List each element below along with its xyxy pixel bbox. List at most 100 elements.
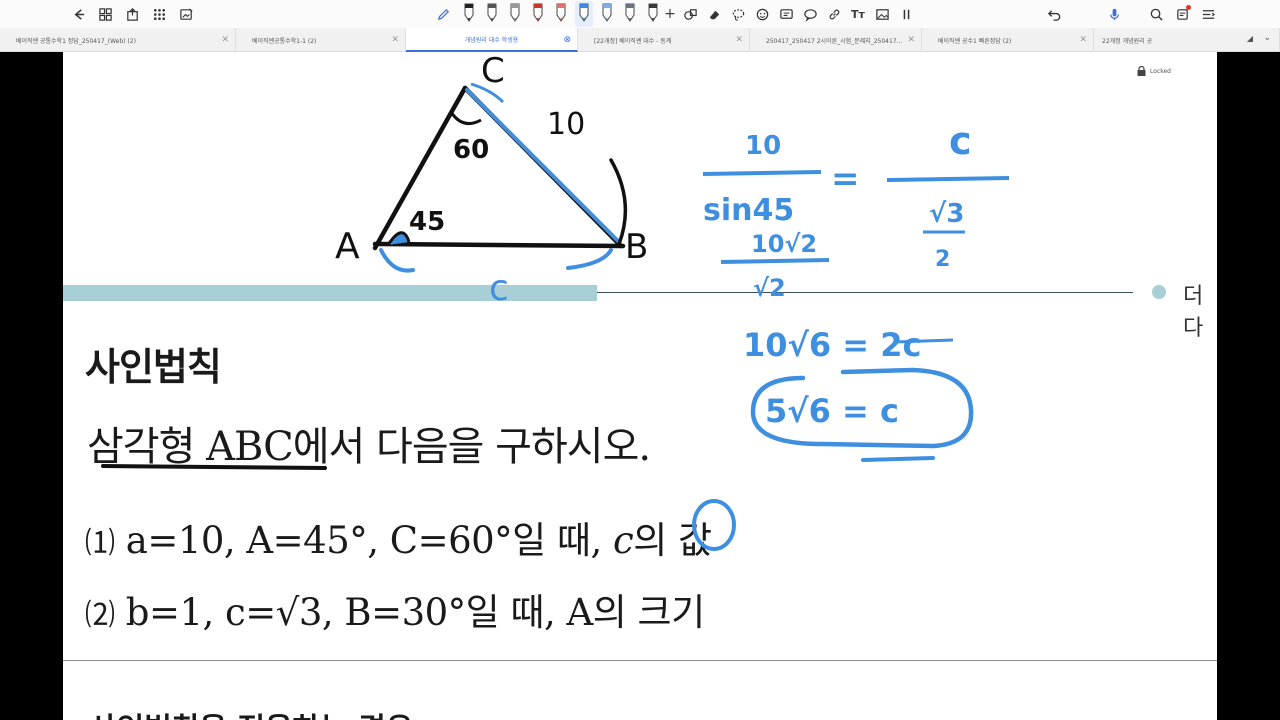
tab-label: 250417_250417 2시이른_시험_문제지_250417... [766,37,903,45]
label-c: C [481,52,505,91]
side-c-arc-left [379,248,415,273]
toolbar: + Tт [0,0,1280,28]
angle-c-arc [449,111,482,126]
section-accent-bar [63,285,597,301]
label-angle-c: 60 [453,135,489,165]
problem-item-1: ⑴ a=10, A=45°, C=60°일 때, c의 값 [85,510,712,564]
label-a: A [335,226,360,267]
item-text: a=10, A=45°, C=60°일 때, [125,519,614,562]
step1-num-right: c [949,119,972,163]
undo-icon[interactable] [1042,2,1066,26]
notification-dot [1186,5,1191,10]
step3-underline [894,338,954,344]
tab-3[interactable]: [22개정] 베이직쎈 대수 - 동계 ✕ [578,28,750,52]
menu-icon[interactable] [1196,2,1220,26]
angle-a-arc [386,231,411,246]
close-tab-icon[interactable]: ✕ [907,35,915,45]
pen-1-icon[interactable] [460,1,478,27]
image-icon[interactable] [870,2,894,26]
section-dot [1152,285,1166,299]
tab-label: 베이직쎈 공통수학1 정답_250417_(Web) (2) [16,37,136,45]
eraser-icon[interactable] [702,2,726,26]
step1-den-right-num: √3 [929,199,964,229]
document-tabs: 베이직쎈 공통수학1 정답_250417_(Web) (2) ✕ 베이직쎈공통수학… [0,28,1280,52]
item-text-end: 의 값 [633,519,712,562]
back-icon[interactable] [66,2,90,26]
add-pen-icon[interactable]: + [662,2,678,26]
side-a-arc [609,158,628,246]
toolbar-left [66,2,198,26]
shapes-icon[interactable] [678,2,702,26]
document-page[interactable]: Locked 더 다 사인법칙 삼각형 ABC에서 다음을 구하시오. ⑴ a=… [63,52,1217,720]
share-icon[interactable] [120,2,144,26]
tab-label: 베이직쎈 공수1 빠른정답 (2) [938,37,1012,45]
answer-circle [750,367,974,449]
pen-7-icon[interactable] [598,1,616,27]
close-tab-icon[interactable]: ✕ [1079,35,1087,45]
item-text: b=1, c=√3, B=30°일 때, A의 크기 [125,591,705,634]
tab-2-active[interactable]: 개념원리 대수 학생용 ⊗ [406,28,578,52]
apps-icon[interactable] [147,2,171,26]
tab-label: 22개정 개념원리 공 [1102,37,1153,45]
pen-tool-icon[interactable] [432,2,454,26]
edit-image-icon[interactable] [174,2,198,26]
pen-2-icon[interactable] [483,1,501,27]
search-icon[interactable] [1144,2,1168,26]
triangle-abc [372,85,626,251]
close-tab-icon[interactable]: ✕ [391,35,399,45]
tab-label: 개념원리 대수 학생용 [464,36,519,44]
pen-toolbar: + Tт [432,0,918,28]
fraction-bar-step2 [720,258,830,264]
sticker-icon[interactable] [750,2,774,26]
tab-overflow-icon[interactable]: ◢ [1247,34,1253,43]
step2-den: √2 [753,274,786,302]
lasso-icon[interactable] [726,2,750,26]
pen-4-icon[interactable] [529,1,547,27]
pen-palette [460,1,662,27]
step1-num-left: 10 [745,131,781,161]
tab-6[interactable]: 22개정 개념원리 공 ◢ ⌄ [1094,28,1280,52]
item-variable: c [613,519,634,562]
fraction-bar-right [886,176,1010,182]
item-number: ⑵ [85,598,115,633]
page-heading: 사인법칙 [85,345,222,389]
link-icon[interactable] [822,2,846,26]
mic-icon[interactable] [1102,2,1126,26]
tab-4[interactable]: 250417_250417 2시이른_시험_문제지_250417... ✕ [750,28,922,52]
tab-0[interactable]: 베이직쎈 공통수학1 정답_250417_(Web) (2) ✕ [0,28,236,52]
pause-icon[interactable] [894,2,918,26]
side-cb [462,85,624,249]
tab-1[interactable]: 베이직쎈공통수학1-1 (2) ✕ [236,28,406,52]
lock-icon [1137,66,1146,76]
pen-6-icon[interactable] [575,1,593,27]
grid-icon[interactable] [93,2,117,26]
speech-bubble-icon[interactable] [798,2,822,26]
pen-9-icon[interactable] [644,1,662,27]
side-ab [372,241,626,249]
bell-icon[interactable] [1170,2,1194,26]
chevron-down-icon[interactable]: ⌄ [1263,33,1271,43]
pen-5-icon[interactable] [552,1,570,27]
answer-underline [861,456,935,462]
close-tab-icon[interactable]: ✕ [221,35,229,45]
item-number: ⑴ [85,526,115,561]
close-tab-icon[interactable]: ⊗ [563,35,571,45]
step3: 10√6 = 2c [743,326,921,364]
close-tab-icon[interactable]: ✕ [735,35,743,45]
tab-5[interactable]: 베이직쎈 공수1 빠른정답 (2) ✕ [922,28,1094,52]
step1-den-left: sin45 [703,193,794,228]
problem-statement: 삼각형 ABC에서 다음을 구하시오. [87,424,651,470]
step1-den-right-den: 2 [935,247,950,272]
label-b: B [625,227,648,267]
label-angle-a: 45 [409,207,445,237]
tab-label: 베이직쎈공통수학1-1 (2) [252,37,317,45]
pen-3-icon[interactable] [506,1,524,27]
comment-icon[interactable] [774,2,798,26]
text-tool-icon[interactable]: Tт [846,2,870,26]
step2-num: 10√2 [751,230,817,258]
step1-equals: = [831,159,860,199]
pen-8-icon[interactable] [621,1,639,27]
toolbar-right [1042,2,1220,26]
lock-indicator[interactable]: Locked [1137,66,1171,76]
side-c-arc-right [566,248,613,270]
